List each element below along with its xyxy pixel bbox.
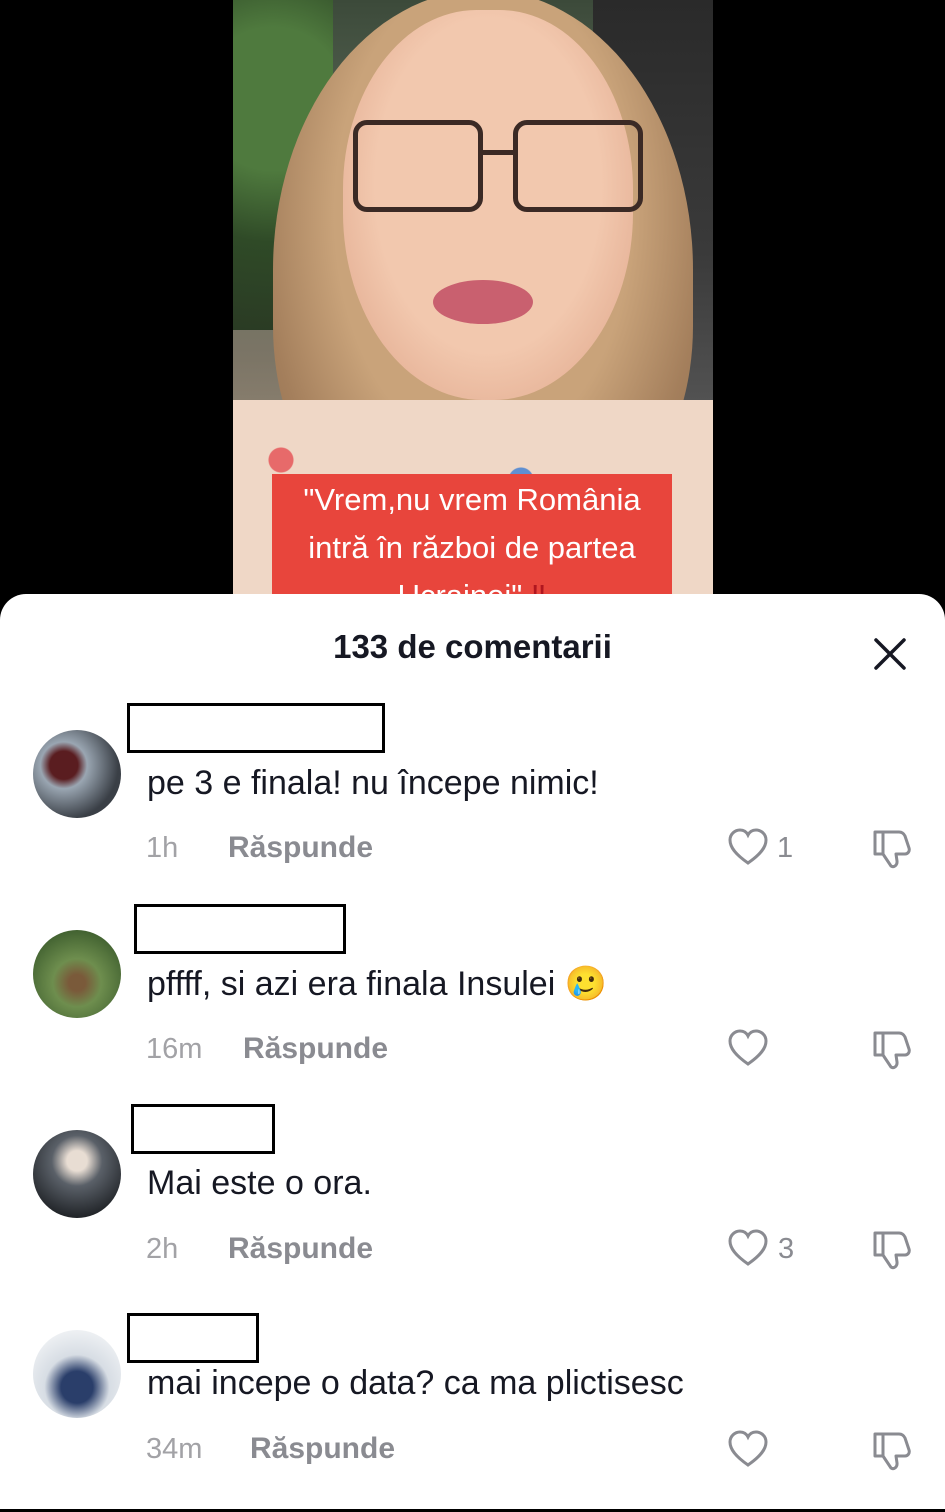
glasses-left-lens [353, 120, 483, 212]
comment-text: Mai este o ora. [147, 1164, 372, 1202]
avatar[interactable] [33, 930, 121, 1018]
comment-time: 34m [146, 1433, 203, 1465]
comment-text: pe 3 e finala! nu începe nimic! [147, 764, 599, 802]
redacted-username[interactable] [127, 703, 385, 753]
person-mouth [433, 280, 533, 324]
redacted-username[interactable] [134, 904, 346, 954]
dislike-icon[interactable] [869, 1227, 913, 1271]
heart-icon[interactable] [727, 827, 769, 867]
glasses-bridge [478, 150, 513, 155]
comment-item: pffff, si azi era finala Insulei 🥲 16m R… [0, 902, 945, 1102]
comments-sheet: 133 de comentarii pe 3 e finala! nu înce… [0, 594, 945, 1509]
reply-button[interactable]: Răspunde [243, 1032, 388, 1066]
avatar[interactable] [33, 730, 121, 818]
comment-item: Mai este o ora. 2h Răspunde 3 [0, 1102, 945, 1302]
comment-item: mai incepe o data? ca ma plictisesc 34m … [0, 1312, 945, 1512]
redacted-username[interactable] [131, 1104, 275, 1154]
comment-text: mai incepe o data? ca ma plictisesc [147, 1364, 684, 1402]
video-player[interactable]: "Vrem,nu vrem România intră în război de… [0, 0, 945, 613]
glasses-right-lens [513, 120, 643, 212]
heart-icon[interactable] [727, 1028, 769, 1068]
smiling-tear-emoji-icon: 🥲 [564, 965, 608, 1003]
like-count: 1 [777, 832, 794, 864]
reply-button[interactable]: Răspunde [228, 1232, 373, 1266]
close-icon[interactable] [870, 634, 910, 674]
video-caption: "Vrem,nu vrem România intră în război de… [272, 474, 672, 613]
caption-line-1: "Vrem,nu vrem România [303, 482, 641, 517]
comment-text: pffff, si azi era finala Insulei 🥲 [147, 965, 608, 1003]
avatar[interactable] [33, 1130, 121, 1218]
like-count: 3 [778, 1233, 795, 1265]
comment-time: 16m [146, 1033, 203, 1065]
dislike-icon[interactable] [869, 1428, 913, 1472]
dislike-icon[interactable] [869, 826, 913, 870]
avatar[interactable] [33, 1330, 121, 1418]
comment-time: 1h [146, 832, 179, 864]
reply-button[interactable]: Răspunde [250, 1432, 395, 1466]
heart-icon[interactable] [727, 1228, 769, 1268]
redacted-username[interactable] [127, 1313, 259, 1363]
comment-item: pe 3 e finala! nu începe nimic! 1h Răspu… [0, 700, 945, 900]
comment-time: 2h [146, 1233, 179, 1265]
reply-button[interactable]: Răspunde [228, 831, 373, 865]
heart-icon[interactable] [727, 1429, 769, 1469]
dislike-icon[interactable] [869, 1027, 913, 1071]
caption-line-2: intră în război de partea [308, 530, 636, 565]
comments-count-title: 133 de comentarii [333, 628, 612, 665]
